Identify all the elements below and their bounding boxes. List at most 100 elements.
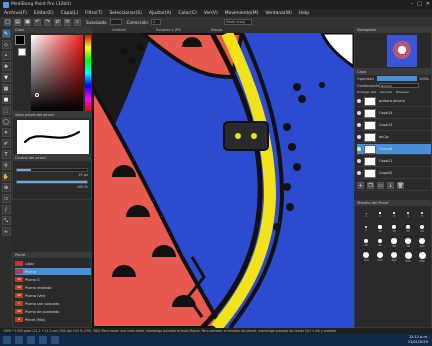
layer-row[interactable]: Capa13 (357, 120, 431, 131)
lasso-tool-icon[interactable]: ◯ (1, 117, 11, 126)
menu-view[interactable]: Ver(V) (204, 11, 218, 16)
brush-item[interactable]: 20 Pluma redonda (15, 284, 91, 291)
brush-size-option[interactable]: 4 (401, 209, 415, 221)
brush-size-option[interactable]: 100 (415, 237, 429, 249)
brush-size-option[interactable]: 1 (359, 209, 373, 221)
flip-icon[interactable]: ⇄ (54, 18, 61, 26)
brush-size-option[interactable]: 200 (373, 251, 387, 263)
brush-opacity-slider[interactable] (16, 180, 88, 184)
brush-size-option[interactable]: 300 (387, 251, 401, 263)
visibility-icon[interactable] (357, 171, 361, 175)
layer-row[interactable]: Capa21 (357, 156, 431, 167)
close-icon[interactable]: ✕ (426, 1, 430, 7)
menu-color[interactable]: Color(C) (178, 11, 196, 16)
menu-window[interactable]: Ventana(W) (265, 11, 291, 16)
taskbar-app-icon[interactable] (39, 336, 47, 344)
dot-tool-icon[interactable]: • (1, 51, 11, 60)
layer-row[interactable]: Capa14 (357, 108, 431, 119)
background-color-swatch[interactable] (18, 48, 26, 56)
layer-row[interactable]: ani2p (357, 132, 431, 143)
brush-item[interactable]: 7 Pluma con costuras (15, 300, 91, 307)
color-picker-cursor[interactable] (35, 93, 39, 97)
brush-item[interactable]: Lápiz (15, 260, 91, 267)
gradient-tool-icon[interactable]: ▦ (1, 84, 11, 93)
layer-opacity-slider[interactable] (377, 76, 417, 81)
lock-checkbox[interactable]: Bloquear (396, 90, 409, 94)
brush-size-option[interactable]: 15 (387, 223, 401, 235)
menu-layer[interactable]: Capa(L) (61, 11, 79, 16)
tab-dibujo[interactable]: Dibujo (211, 27, 222, 33)
select-tool-icon[interactable]: ⬚ (1, 106, 11, 115)
visibility-icon[interactable] (357, 135, 361, 139)
brush-size-option[interactable]: 2 (373, 209, 387, 221)
new-file-icon[interactable]: □ (4, 18, 11, 26)
menu-select[interactable]: Seleccionar(S) (109, 11, 141, 16)
menu-filter[interactable]: Filtro(T) (85, 11, 102, 16)
brush-size-option[interactable]: 5 (415, 209, 429, 221)
brush-size-option[interactable]: 7 (359, 223, 373, 235)
save-icon[interactable]: ▣ (24, 18, 31, 26)
hand-tool-icon[interactable]: ✋ (1, 172, 11, 181)
redo-icon[interactable]: ↷ (44, 18, 51, 26)
brush-item[interactable]: 20 Pluma de punteado (15, 308, 91, 315)
undo-icon[interactable]: ↶ (34, 18, 41, 26)
menu-edit[interactable]: Editar(E) (34, 11, 54, 16)
brush-item[interactable]: 40 Pluma (Ver) (15, 292, 91, 299)
warp-tool-icon[interactable]: ≈ (1, 227, 11, 236)
layer-row[interactable]: pulsera pincho (357, 96, 431, 107)
brush-size-option[interactable]: 30 (359, 237, 373, 249)
open-file-icon[interactable]: ▤ (14, 18, 21, 26)
visibility-icon[interactable] (357, 147, 361, 151)
brush-size-option[interactable]: 70 (401, 237, 415, 249)
visibility-icon[interactable] (357, 159, 361, 163)
pen-select-icon[interactable]: ✐ (1, 139, 11, 148)
visibility-icon[interactable] (357, 99, 361, 103)
blend-mode-select[interactable]: Normal (379, 83, 419, 88)
folder-layer-icon[interactable]: ▭ (377, 182, 384, 189)
hue-slider[interactable] (85, 35, 91, 111)
navigator-thumbnail[interactable] (387, 35, 417, 67)
brush-size-option[interactable]: 150 (359, 251, 373, 263)
brush-item-selected[interactable]: Pluma (15, 268, 91, 275)
zoom-tool-icon[interactable]: ⊕ (1, 183, 11, 192)
layer-row[interactable]: Capa20 (357, 168, 431, 179)
eraser-tool-icon[interactable]: ◇ (1, 40, 11, 49)
brush-size-option[interactable]: 40 (373, 237, 387, 249)
brush-size-option[interactable]: 25 (415, 223, 429, 235)
menu-help[interactable]: Help (299, 11, 309, 16)
magic-wand-icon[interactable]: ✶ (1, 128, 11, 137)
minimize-icon[interactable]: – (411, 1, 414, 7)
artwork[interactable] (92, 27, 354, 328)
eyedropper-icon[interactable]: ⚲ (1, 161, 11, 170)
visibility-icon[interactable] (357, 123, 361, 127)
snap-checkbox[interactable] (109, 19, 122, 25)
merge-layer-icon[interactable]: ↓ (387, 182, 394, 189)
add-layer-icon[interactable]: + (357, 182, 364, 189)
brush-item[interactable]: 6 Pincel (Mix) (15, 316, 91, 323)
correction-select[interactable]: 4 (150, 19, 161, 25)
brush-size-option[interactable]: 50 (387, 237, 401, 249)
taskbar-app-icon[interactable] (15, 336, 23, 344)
transform-tool-icon[interactable]: ⤡ (1, 216, 11, 225)
brush-size-option[interactable]: 3 (387, 209, 401, 221)
visibility-icon[interactable] (357, 111, 361, 115)
layer-row-selected[interactable]: Capa46 (357, 144, 431, 155)
saturation-value-picker[interactable] (31, 35, 83, 111)
duplicate-layer-icon[interactable]: ❐ (367, 182, 374, 189)
tab-untitled[interactable]: Untitled (112, 27, 126, 33)
foreground-color-swatch[interactable] (15, 35, 25, 45)
protect-alpha-checkbox[interactable]: Proteger alfa (357, 90, 376, 94)
brush-item[interactable]: 15 Pluma G (15, 276, 91, 283)
taskbar-app-icon[interactable] (51, 336, 59, 344)
tab-escaneo[interactable]: Escaneo 1.JPG (156, 27, 181, 33)
rect-tool-icon[interactable]: ■ (1, 95, 11, 104)
drawing-canvas[interactable]: Untitled Escaneo 1.JPG Dibujo (92, 27, 354, 328)
clipping-checkbox[interactable]: Recorte (380, 90, 392, 94)
zoom-icon[interactable]: ⌕ (74, 18, 81, 26)
maximize-icon[interactable]: □ (417, 1, 422, 7)
brush-size-option[interactable]: 500 (401, 251, 415, 263)
delete-layer-icon[interactable]: 🗑 (397, 182, 404, 189)
snap-mode-box[interactable]: Modo snap (223, 19, 252, 25)
divider-tool-icon[interactable]: ▭ (1, 194, 11, 203)
start-icon[interactable] (3, 336, 11, 344)
